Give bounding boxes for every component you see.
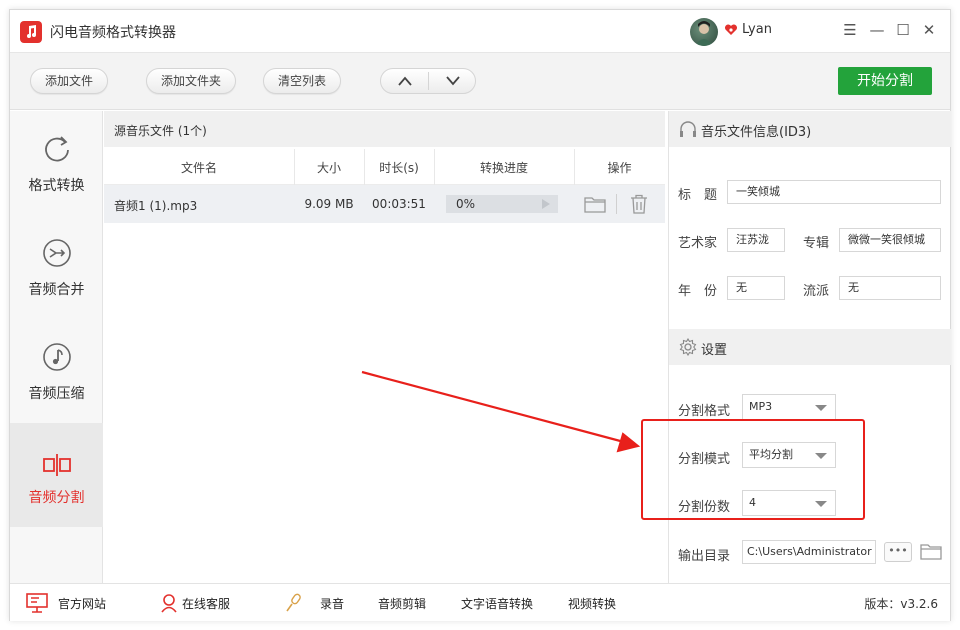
chevron-down-icon (815, 405, 827, 411)
move-buttons (380, 68, 476, 94)
avatar[interactable] (690, 18, 718, 46)
genre-field[interactable]: 无 (839, 276, 941, 300)
trash-icon[interactable] (630, 194, 648, 214)
record-link[interactable]: 录音 (320, 595, 344, 612)
table-row[interactable]: 音频1 (1).mp3 9.09 MB 00:03:51 0% (104, 185, 665, 223)
move-down-button[interactable] (429, 69, 477, 93)
sidebar-item-label: 音频压缩 (28, 386, 85, 402)
gear-icon (679, 338, 697, 356)
sidebar-item-audio-merge[interactable]: 音频合并 (10, 215, 103, 319)
maximize-button[interactable]: ☐ (893, 20, 913, 40)
sidebar-item-label: 格式转换 (28, 178, 85, 194)
artist-field[interactable]: 汪苏泷 (727, 228, 785, 252)
table-header: 文件名 大小 时长(s) 转换进度 操作 (104, 149, 665, 185)
audio-edit-link[interactable]: 音频剪辑 (378, 595, 426, 612)
app-title: 闪电音频格式转换器 (50, 25, 176, 41)
divider (294, 149, 295, 185)
progress-text: 0% (456, 197, 476, 211)
clear-list-button[interactable]: 清空列表 (263, 68, 342, 94)
sidebar: 格式转换 音频合并 音频压缩 音频分割 (10, 111, 103, 583)
sidebar-item-audio-split[interactable]: 音频分割 (10, 423, 103, 527)
title-bar: 闪电音频格式转换器 Lyan ☰ — ☐ ✕ (10, 10, 950, 52)
settings-header: 设置 (669, 329, 951, 365)
sidebar-item-format-convert[interactable]: 格式转换 (10, 111, 103, 215)
headphones-icon (680, 121, 696, 137)
monitor-icon (26, 593, 48, 613)
divider (434, 149, 435, 185)
chevron-down-icon (446, 76, 460, 86)
title-label: 标 题 (678, 188, 718, 203)
output-dir-label: 输出目录 (678, 549, 731, 564)
file-duration: 00:03:51 (372, 197, 426, 211)
genre-label: 流派 (803, 284, 830, 299)
folder-icon[interactable] (584, 195, 606, 213)
file-size: 9.09 MB (304, 197, 354, 211)
chevron-up-icon (398, 76, 412, 86)
output-dir-field[interactable]: C:\Users\Administrator (742, 540, 876, 564)
play-icon (542, 199, 550, 209)
music-info-header: 音乐文件信息(ID3) (669, 111, 951, 147)
split-format-select[interactable]: MP3 (742, 394, 836, 420)
column-header-actions: 操作 (607, 161, 632, 175)
status-bar: 官方网站 在线客服 录音 音频剪辑 文字语音转换 视频转换 版本：v3.2.6 (10, 583, 950, 621)
sidebar-item-label: 音频分割 (28, 490, 85, 506)
sidebar-item-label: 音频合并 (28, 282, 85, 298)
username[interactable]: Lyan (742, 22, 772, 37)
add-folder-button[interactable]: 添加文件夹 (146, 68, 237, 94)
column-header-duration: 时长(s) (379, 161, 419, 175)
toolbar: 添加文件 添加文件夹 清空列表 开始分割 (10, 52, 950, 110)
tts-link[interactable]: 文字语音转换 (461, 595, 533, 612)
album-label: 专辑 (803, 236, 830, 251)
app-logo-icon (20, 21, 42, 43)
file-list-header: 源音乐文件 (1个) (104, 111, 665, 147)
divider (616, 194, 617, 214)
split-format-label: 分割格式 (678, 404, 731, 419)
add-file-button[interactable]: 添加文件 (30, 68, 109, 94)
year-field[interactable]: 无 (727, 276, 785, 300)
sidebar-item-audio-compress[interactable]: 音频压缩 (10, 319, 103, 423)
merge-icon (43, 239, 71, 267)
refresh-icon (45, 136, 69, 162)
title-field[interactable]: 一笑倾城 (727, 180, 941, 204)
folder-icon[interactable] (920, 542, 942, 560)
file-list-title: 源音乐文件 (1个) (114, 124, 207, 138)
online-support-link[interactable]: 在线客服 (182, 595, 230, 612)
file-list-panel: 源音乐文件 (1个) 文件名 大小 时长(s) 转换进度 操作 音频1 (1).… (104, 111, 665, 583)
move-up-button[interactable] (381, 69, 429, 93)
app-window: 闪电音频格式转换器 Lyan ☰ — ☐ ✕ 添加文件 添加文件夹 清空列表 开… (9, 9, 951, 621)
file-name: 音频1 (1).mp3 (114, 199, 198, 213)
vip-heart-icon (724, 24, 738, 35)
customer-service-icon (161, 594, 177, 613)
conversion-progress-bar: 0% (446, 195, 558, 213)
divider (574, 149, 575, 185)
annotation-highlight-box (641, 419, 865, 520)
version-label: 版本：v3.2.6 (864, 597, 938, 611)
browse-button[interactable]: ••• (884, 542, 912, 562)
music-info-title: 音乐文件信息(ID3) (701, 125, 812, 140)
close-button[interactable]: ✕ (919, 20, 939, 40)
year-label: 年 份 (678, 284, 718, 299)
column-header-name: 文件名 (180, 161, 217, 175)
settings-title: 设置 (701, 343, 728, 358)
official-website-link[interactable]: 官方网站 (58, 595, 106, 612)
divider (364, 149, 365, 185)
music-note-icon (43, 343, 71, 371)
microphone-icon (286, 593, 301, 612)
start-split-button[interactable]: 开始分割 (838, 67, 932, 95)
split-format-value: MP3 (749, 400, 773, 413)
column-header-size: 大小 (316, 161, 341, 175)
menu-icon[interactable]: ☰ (840, 20, 860, 40)
minimize-button[interactable]: — (867, 20, 887, 40)
album-field[interactable]: 微微一笑很倾城 (839, 228, 941, 252)
artist-label: 艺术家 (678, 236, 718, 251)
video-convert-link[interactable]: 视频转换 (568, 595, 616, 612)
split-icon (43, 454, 71, 476)
column-header-progress: 转换进度 (479, 161, 528, 175)
